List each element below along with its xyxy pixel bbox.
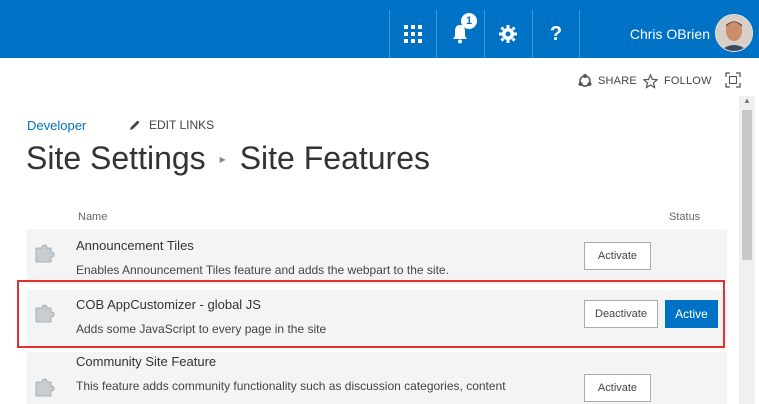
user-name[interactable]: Chris OBrien — [610, 26, 710, 42]
app-grid-icon — [404, 25, 422, 43]
help-icon: ? — [549, 22, 563, 45]
notifications-button[interactable]: 1 — [436, 10, 483, 58]
page-title-current: Site Features — [239, 140, 430, 176]
follow-label: FOLLOW — [664, 75, 712, 87]
suite-bar: 1 ? Chris OBrien — [0, 0, 759, 58]
feature-description: This feature adds community functionalit… — [76, 379, 506, 393]
highlight-box — [17, 280, 725, 348]
star-icon — [643, 73, 658, 89]
site-link-developer[interactable]: Developer — [27, 118, 86, 133]
edit-links-label: EDIT LINKS — [149, 118, 215, 132]
page-title-parent[interactable]: Site Settings — [26, 140, 206, 177]
notification-badge: 1 — [461, 13, 477, 29]
gear-icon — [499, 25, 517, 43]
share-action[interactable]: SHARE — [578, 72, 637, 90]
focus-mode-icon — [725, 72, 741, 88]
pencil-icon — [130, 120, 140, 130]
feature-title: Community Site Feature — [76, 354, 217, 369]
share-icon — [578, 74, 592, 87]
feature-description: Enables Announcement Tiles feature and a… — [76, 263, 449, 277]
edit-links-button[interactable]: EDIT LINKS — [129, 118, 214, 132]
activate-button[interactable]: Activate — [584, 242, 651, 270]
settings-button[interactable] — [484, 10, 531, 58]
column-header-name: Name — [78, 211, 108, 223]
avatar[interactable] — [715, 14, 753, 52]
feature-row: Community Site Feature This feature adds… — [27, 352, 727, 404]
focus-content-button[interactable] — [725, 72, 741, 88]
puzzle-piece-icon — [35, 244, 55, 263]
help-button[interactable]: ? — [532, 10, 580, 58]
user-photo-icon — [716, 15, 752, 51]
breadcrumb-separator-icon: ▸ — [219, 151, 226, 166]
puzzle-piece-icon — [35, 378, 55, 397]
app-launcher-button[interactable] — [389, 10, 436, 58]
feature-title: Announcement Tiles — [76, 238, 194, 253]
page-title: Site Settings ▸ Site Features — [26, 140, 430, 177]
activate-button[interactable]: Activate — [584, 374, 651, 402]
follow-action[interactable]: FOLLOW — [643, 72, 712, 90]
share-label: SHARE — [598, 75, 637, 87]
feature-row: Announcement Tiles Enables Announcement … — [27, 229, 727, 284]
scrollbar-thumb[interactable] — [742, 110, 752, 260]
scroll-up-arrow-icon[interactable]: ▲ — [741, 96, 753, 106]
column-header-status: Status — [669, 211, 701, 223]
